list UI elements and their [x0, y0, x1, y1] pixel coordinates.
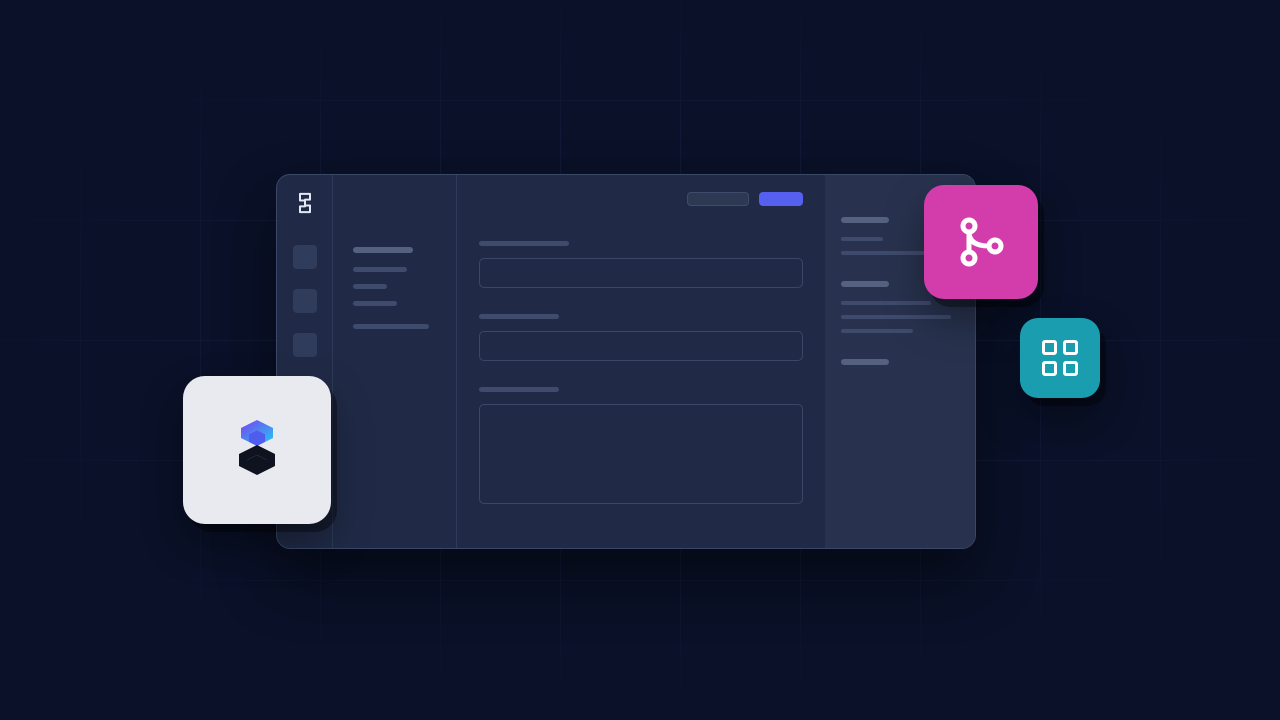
text-input-1[interactable]	[479, 258, 803, 288]
side-heading-2	[841, 281, 889, 287]
tile-white	[183, 376, 331, 524]
git-merge-icon	[953, 214, 1009, 270]
side-heading-3	[841, 359, 889, 365]
side-line	[841, 301, 931, 305]
tile-teal	[1020, 318, 1100, 398]
rail-item-3[interactable]	[293, 333, 317, 357]
nav-item-1[interactable]	[353, 247, 413, 253]
form-field-1	[479, 241, 803, 288]
field-label-3	[479, 387, 559, 392]
side-line	[841, 329, 913, 333]
secondary-button[interactable]	[687, 192, 749, 206]
nav-column	[333, 175, 457, 548]
side-heading-1	[841, 217, 889, 223]
primary-button[interactable]	[759, 192, 803, 206]
textarea-1[interactable]	[479, 404, 803, 504]
abstract-h-logo-icon	[217, 410, 297, 490]
rail-item-1[interactable]	[293, 245, 317, 269]
side-line	[841, 237, 883, 241]
tile-pink	[924, 185, 1038, 299]
nav-item-5[interactable]	[353, 324, 429, 329]
top-bar	[479, 187, 803, 211]
side-line	[841, 251, 931, 255]
side-section-3	[841, 359, 959, 365]
app-window	[276, 174, 976, 549]
field-label-1	[479, 241, 569, 246]
form-field-3	[479, 387, 803, 504]
apps-grid-icon	[1042, 340, 1078, 376]
form-field-2	[479, 314, 803, 361]
main-panel	[457, 175, 825, 548]
field-label-2	[479, 314, 559, 319]
app-logo-icon	[295, 191, 315, 215]
side-line	[841, 315, 951, 319]
nav-item-3[interactable]	[353, 284, 387, 289]
rail-item-2[interactable]	[293, 289, 317, 313]
nav-item-2[interactable]	[353, 267, 407, 272]
text-input-2[interactable]	[479, 331, 803, 361]
nav-item-4[interactable]	[353, 301, 397, 306]
